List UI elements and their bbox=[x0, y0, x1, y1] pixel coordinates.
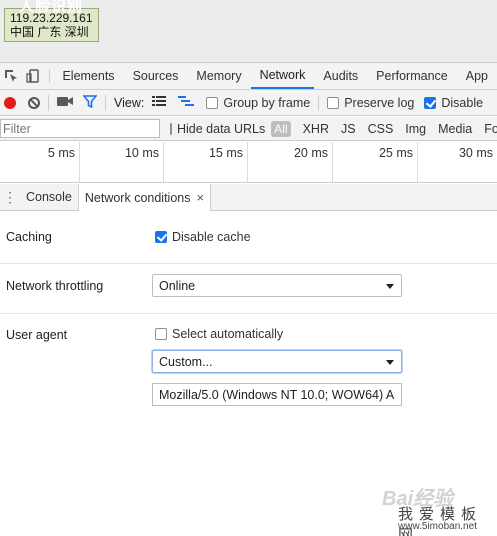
tick-label: 25 ms bbox=[378, 146, 413, 160]
devtools-tab-bar: Elements Sources Memory Network Audits P… bbox=[0, 62, 497, 90]
clear-button[interactable] bbox=[28, 96, 40, 109]
chevron-down-icon bbox=[386, 284, 394, 289]
disable-cache-label: Disable cache bbox=[172, 230, 251, 244]
group-by-frame-label: Group by frame bbox=[223, 95, 311, 110]
timeline-tick: 5 ms bbox=[0, 142, 80, 183]
filter-js[interactable]: JS bbox=[341, 122, 356, 136]
tab-performance[interactable]: Performance bbox=[367, 63, 457, 89]
toolbar-divider bbox=[105, 94, 106, 111]
caching-label: Caching bbox=[6, 230, 52, 244]
throttling-select[interactable]: Online bbox=[152, 274, 402, 297]
network-toolbar: View: Group by frame Preserve log Disabl… bbox=[0, 90, 497, 116]
toolbar-divider bbox=[48, 69, 50, 83]
toolbar-divider bbox=[48, 94, 49, 111]
tick-label: 15 ms bbox=[208, 146, 243, 160]
overview-waterfall-icon[interactable] bbox=[178, 95, 195, 110]
hide-data-urls-checkbox[interactable] bbox=[170, 122, 172, 135]
record-button[interactable] bbox=[4, 96, 16, 109]
timeline-tick: 10 ms bbox=[80, 142, 164, 183]
site-watermark-url: www.5imoban.net bbox=[398, 521, 477, 532]
select-automatically-label: Select automatically bbox=[172, 327, 284, 341]
drawer-tab-console[interactable]: Console bbox=[20, 184, 78, 210]
filter-xhr[interactable]: XHR bbox=[303, 122, 329, 136]
tab-sources[interactable]: Sources bbox=[124, 63, 188, 89]
timeline-tick: 20 ms bbox=[248, 142, 333, 183]
filter-media[interactable]: Media bbox=[438, 122, 472, 136]
filter-input[interactable] bbox=[0, 119, 160, 138]
filter-css[interactable]: CSS bbox=[368, 122, 394, 136]
preserve-log-checkbox[interactable] bbox=[327, 96, 340, 109]
tab-application[interactable]: App bbox=[457, 63, 497, 89]
tab-memory[interactable]: Memory bbox=[187, 63, 250, 89]
timeline-tick: 25 ms bbox=[333, 142, 418, 183]
drawer-tab-network-conditions[interactable]: Network conditions × bbox=[77, 184, 212, 211]
tick-label: 10 ms bbox=[124, 146, 159, 160]
timeline-ruler: 5 ms 10 ms 15 ms 20 ms 25 ms 30 ms bbox=[0, 142, 497, 183]
tick-label: 20 ms bbox=[293, 146, 328, 160]
disable-cache-row: Disable cache bbox=[155, 230, 251, 244]
divider bbox=[0, 263, 497, 264]
throttling-label: Network throttling bbox=[6, 279, 104, 293]
view-label: View: bbox=[114, 95, 145, 110]
tick-label: 30 ms bbox=[458, 146, 493, 160]
preserve-log-label: Preserve log bbox=[344, 95, 415, 110]
close-icon[interactable]: × bbox=[196, 190, 204, 205]
tab-elements[interactable]: Elements bbox=[53, 63, 123, 89]
chevron-down-icon bbox=[386, 360, 394, 365]
throttling-value: Online bbox=[159, 279, 196, 293]
select-automatically-row: Select automatically bbox=[155, 327, 283, 341]
ip-location-box: 人脸识别 119.23.229.161 中国 广东 深圳 bbox=[4, 0, 99, 42]
disable-cache-toolbar-checkbox[interactable] bbox=[424, 96, 437, 109]
tick-label: 5 ms bbox=[47, 146, 75, 160]
disable-cache-toolbar-label: Disable bbox=[441, 95, 484, 110]
filter-bar: Hide data URLs All XHR JS CSS Img Media … bbox=[0, 117, 497, 141]
filter-font[interactable]: Font bbox=[484, 122, 497, 136]
timeline-tick: 15 ms bbox=[164, 142, 248, 183]
filter-img[interactable]: Img bbox=[405, 122, 426, 136]
drawer-menu-icon[interactable]: ⋮ bbox=[0, 184, 20, 210]
divider bbox=[0, 313, 497, 314]
hide-data-urls-label: Hide data URLs bbox=[177, 121, 266, 136]
large-rows-icon[interactable] bbox=[152, 95, 167, 110]
user-agent-label: User agent bbox=[6, 328, 68, 342]
disable-cache-checkbox[interactable] bbox=[155, 231, 167, 243]
ip-location: 中国 广东 深圳 bbox=[10, 25, 89, 39]
select-automatically-checkbox[interactable] bbox=[155, 328, 167, 340]
screenshot-camera-icon[interactable] bbox=[57, 95, 73, 110]
tab-network[interactable]: Network bbox=[250, 63, 315, 89]
toolbar-divider bbox=[318, 94, 320, 111]
page-top-area: 人脸识别 119.23.229.161 中国 广东 深圳 bbox=[0, 0, 497, 62]
user-agent-select-value: Custom... bbox=[159, 355, 213, 369]
filter-funnel-icon[interactable] bbox=[82, 94, 98, 111]
inspect-element-icon[interactable] bbox=[0, 63, 22, 89]
tab-audits[interactable]: Audits bbox=[314, 63, 367, 89]
drawer-tab-label: Network conditions bbox=[84, 190, 191, 205]
device-toolbar-icon[interactable] bbox=[22, 63, 44, 89]
user-agent-input[interactable] bbox=[152, 383, 402, 406]
filter-all-button[interactable]: All bbox=[271, 120, 291, 137]
user-agent-select[interactable]: Custom... bbox=[152, 350, 402, 373]
clipped-heading: 人脸识别 bbox=[19, 0, 84, 14]
drawer-tab-bar: ⋮ Console Network conditions × bbox=[0, 184, 497, 211]
group-by-frame-checkbox[interactable] bbox=[206, 96, 219, 109]
timeline-tick: 30 ms bbox=[418, 142, 497, 183]
